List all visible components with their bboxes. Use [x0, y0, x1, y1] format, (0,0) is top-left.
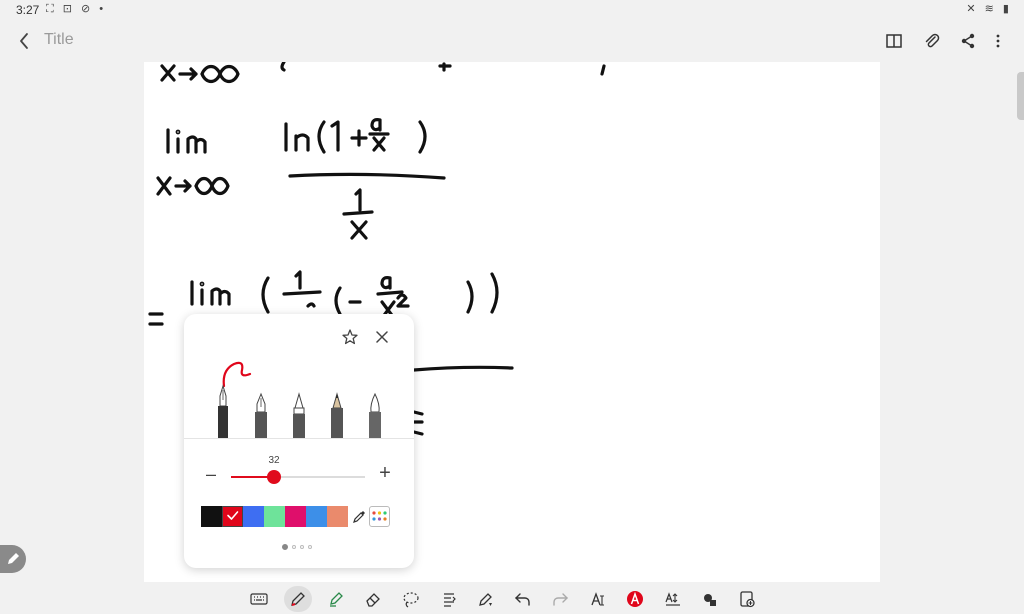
pen-type-icon[interactable] [290, 392, 308, 438]
lasso-icon [403, 592, 419, 608]
color-swatch[interactable] [285, 506, 306, 527]
shapes-icon [704, 594, 716, 606]
back-button[interactable] [12, 28, 38, 54]
pen-divider [184, 438, 414, 439]
color-swatch[interactable] [222, 506, 243, 527]
text-align-icon [444, 593, 456, 607]
text-align-button[interactable] [435, 586, 463, 612]
color-swatch[interactable] [201, 506, 222, 527]
close-popup-button[interactable] [371, 326, 393, 348]
attach-button[interactable] [919, 28, 945, 54]
keyboard-button[interactable] [245, 586, 273, 612]
pen-type-selector [184, 358, 414, 438]
page-dot[interactable] [300, 545, 304, 549]
calligraphy-pen-icon[interactable] [252, 392, 270, 438]
redo-button[interactable] [546, 586, 574, 612]
insert-icon [740, 591, 755, 608]
highlighter-icon [330, 592, 343, 607]
pen-settings-popup: – 32 + [184, 314, 414, 568]
color-swatch[interactable] [264, 506, 285, 527]
shape-pen-icon [479, 593, 492, 606]
size-slider[interactable] [231, 470, 365, 484]
pencil-icon[interactable] [328, 392, 346, 438]
side-panel-handle[interactable] [1017, 72, 1024, 120]
eraser-button[interactable] [359, 586, 387, 612]
star-icon [342, 329, 358, 345]
increase-size-button[interactable]: + [376, 463, 394, 483]
color-swatch[interactable] [243, 506, 264, 527]
text-tool-button[interactable] [584, 586, 612, 612]
text-format-icon [665, 592, 680, 606]
pen-tool-button[interactable] [284, 586, 312, 612]
redo-icon [553, 593, 568, 606]
undo-icon [515, 593, 530, 606]
palette-page-indicator [282, 544, 312, 550]
fountain-pen-icon[interactable] [214, 384, 232, 438]
pen-icon [8, 553, 19, 564]
eraser-icon [366, 593, 380, 607]
shapes-button[interactable] [696, 586, 724, 612]
lasso-button[interactable] [397, 586, 425, 612]
more-options-button[interactable] [985, 28, 1011, 54]
floating-pen-button[interactable] [0, 545, 26, 573]
text-tool-icon [591, 592, 604, 606]
attach-icon [925, 33, 940, 48]
shape-pen-button[interactable] [472, 586, 500, 612]
status-system-icons: ✕ ≋ ▮ [966, 3, 1012, 15]
close-icon [376, 331, 388, 343]
page-dot[interactable] [282, 544, 288, 550]
size-value: 32 [268, 455, 280, 466]
eyedropper-icon [352, 510, 365, 523]
bottom-toolbar [0, 582, 1024, 614]
keyboard-icon [250, 593, 268, 605]
status-bar: 3:27 ⛶ ⊡ ⊘ • ✕ ≋ ▮ [0, 0, 1024, 20]
color-swatch[interactable] [306, 506, 327, 527]
pen-size-row: – 32 + [184, 455, 414, 490]
size-slider-thumb[interactable] [267, 470, 281, 484]
app-bar: Title [0, 22, 1024, 60]
color-palette-icon [372, 511, 387, 521]
chevron-left-icon [20, 33, 28, 49]
page-dot[interactable] [308, 545, 312, 549]
status-time: 3:27 [16, 3, 40, 17]
note-title-field[interactable]: Title [44, 31, 74, 49]
brush-icon[interactable] [366, 392, 384, 438]
text-color-icon [627, 591, 643, 607]
text-format-button[interactable] [659, 586, 687, 612]
color-swatch[interactable] [327, 506, 348, 527]
check-icon [227, 511, 239, 520]
book-icon [886, 34, 902, 48]
decrease-size-button[interactable]: – [202, 464, 220, 484]
pen-icon [291, 592, 305, 606]
favorite-pen-button[interactable] [339, 326, 361, 348]
status-notification-icons: ⛶ ⊡ ⊘ • [46, 3, 107, 15]
insert-button[interactable] [733, 586, 761, 612]
highlighter-button[interactable] [322, 586, 350, 612]
undo-button[interactable] [509, 586, 537, 612]
more-colors-button[interactable] [369, 506, 390, 527]
share-icon [961, 33, 975, 49]
eyedropper-button[interactable] [348, 506, 369, 527]
more-vertical-icon [996, 34, 1000, 48]
color-palette [201, 506, 390, 527]
share-button[interactable] [955, 28, 981, 54]
reading-mode-button[interactable] [881, 28, 907, 54]
text-color-button[interactable] [621, 586, 649, 612]
page-dot[interactable] [292, 545, 296, 549]
